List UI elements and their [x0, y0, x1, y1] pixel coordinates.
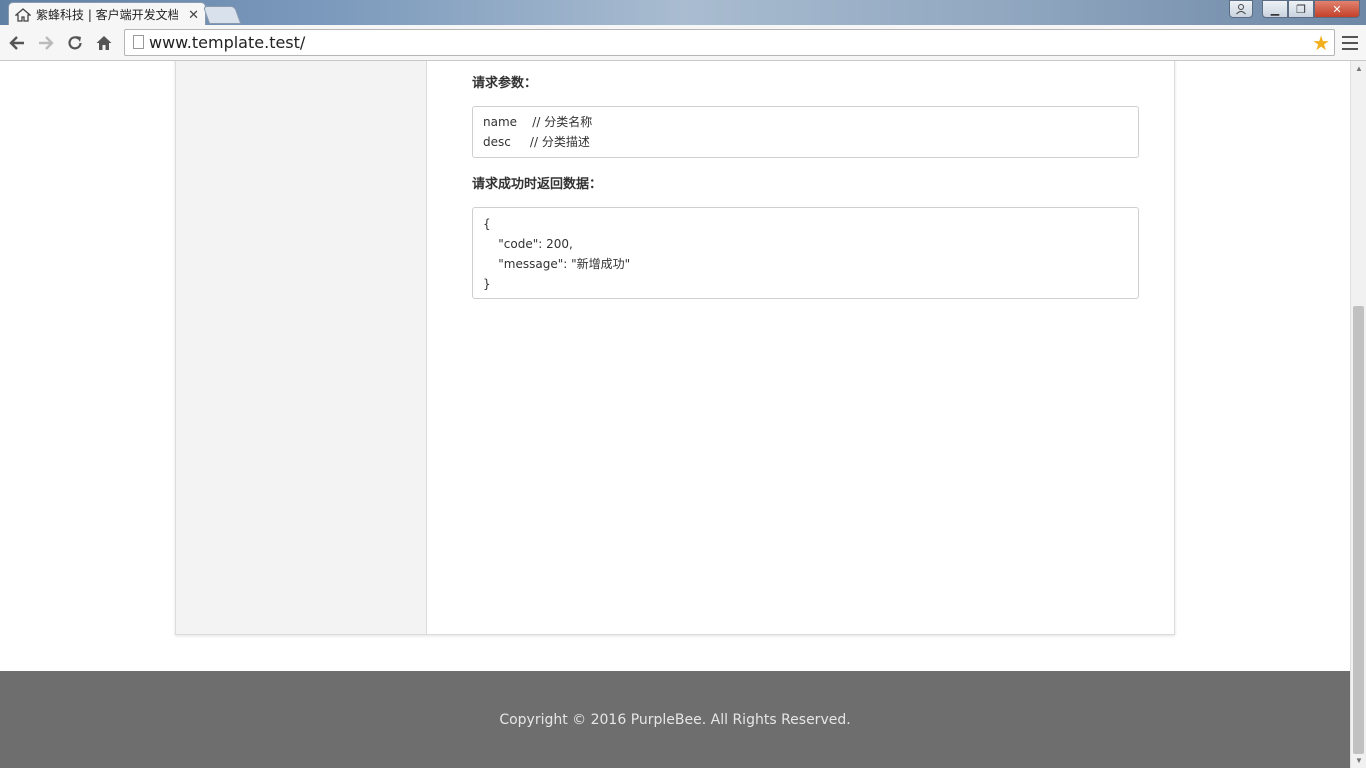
browser-tab[interactable]: 紫蜂科技 | 客户端开发文档 ✕ [8, 2, 206, 26]
param-line: name // 分类名称 [483, 115, 593, 129]
page-icon [133, 35, 144, 49]
close-tab-icon[interactable]: ✕ [188, 7, 199, 23]
tab-title: 紫蜂科技 | 客户端开发文档 [36, 8, 178, 22]
hamburger-menu-icon[interactable] [1340, 32, 1360, 54]
back-arrow-icon[interactable] [5, 31, 29, 55]
sidebar [176, 61, 427, 634]
scroll-thumb[interactable] [1353, 306, 1364, 754]
new-tab-button[interactable] [202, 6, 242, 24]
user-icon[interactable] [1229, 0, 1253, 18]
address-bar[interactable]: www.template.test/ ★ [124, 29, 1335, 56]
close-window-icon[interactable]: ✕ [1314, 0, 1360, 18]
response-box: { "code": 200, "message": "新增成功" } [472, 207, 1139, 299]
scroll-up-icon[interactable]: ▲ [1355, 64, 1363, 73]
footer: Copyright © 2016 PurpleBee. All Rights R… [0, 671, 1350, 768]
minimize-icon[interactable]: ▁ [1262, 0, 1288, 18]
browser-toolbar: www.template.test/ ★ [0, 25, 1366, 61]
response-line: "message": "新增成功" [483, 257, 631, 271]
star-icon[interactable]: ★ [1312, 31, 1330, 56]
doc-container: 请求参数： name // 分类名称 desc // 分类描述 请求成功时返回数… [175, 61, 1175, 635]
request-params-box: name // 分类名称 desc // 分类描述 [472, 106, 1139, 158]
page-viewport: 请求参数： name // 分类名称 desc // 分类描述 请求成功时返回数… [0, 61, 1350, 768]
request-params-title: 请求参数： [472, 76, 538, 91]
restore-icon[interactable]: ❐ [1288, 0, 1314, 18]
home-icon[interactable] [92, 31, 116, 55]
response-title: 请求成功时返回数据： [472, 177, 603, 192]
window-titlebar: 紫蜂科技 | 客户端开发文档 ✕ ▁ ❐ ✕ [0, 0, 1366, 26]
url-text: www.template.test/ [149, 33, 306, 52]
param-line: desc // 分类描述 [483, 135, 590, 149]
home-icon [15, 7, 31, 22]
copyright-text: Copyright © 2016 PurpleBee. All Rights R… [499, 711, 851, 728]
forward-arrow-icon[interactable] [34, 31, 58, 55]
response-line: } [483, 277, 491, 291]
vertical-scrollbar[interactable]: ▲ ▼ [1350, 61, 1366, 768]
response-line: "code": 200, [483, 237, 573, 251]
reload-icon[interactable] [63, 31, 87, 55]
scroll-down-icon[interactable]: ▼ [1355, 756, 1363, 765]
response-line: { [483, 217, 491, 231]
